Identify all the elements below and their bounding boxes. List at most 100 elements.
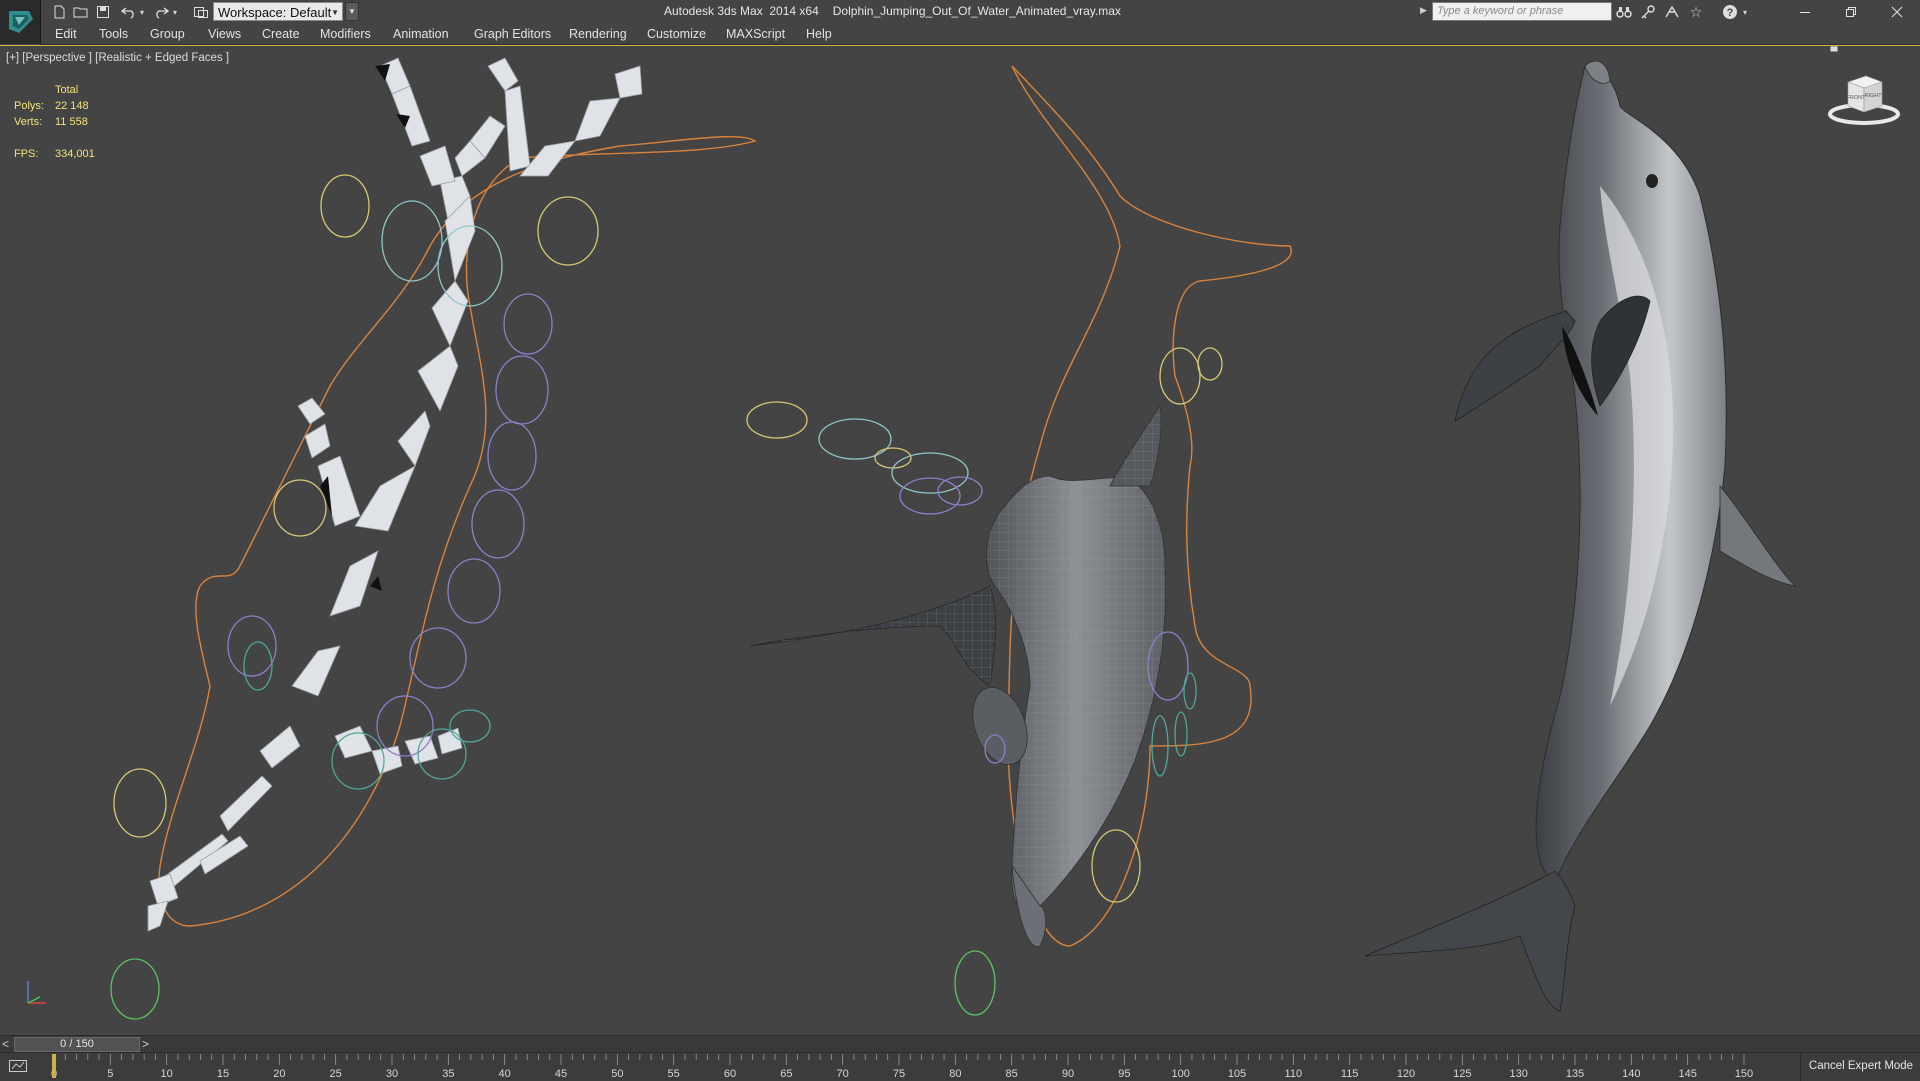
ruler-label: 35 [442,1068,454,1080]
ruler-label: 145 [1678,1068,1696,1080]
customize-quick-access-dropdown[interactable]: ▼ [345,2,359,21]
dolphin-wireframe-mesh[interactable] [746,65,1292,1016]
close-icon[interactable] [1874,0,1920,24]
bone-fluke-tip[interactable] [147,900,169,932]
scene-canvas[interactable] [0,46,1920,1035]
mini-curve-editor-icon[interactable] [8,1058,30,1076]
viewcube-right-label[interactable]: RIGHT [1864,93,1882,99]
application-menu-button[interactable] [0,0,41,44]
binoculars-icon[interactable] [1614,3,1634,21]
bone-top-fin-06[interactable] [574,97,621,142]
ruler-label: 80 [949,1068,961,1080]
ruler-label: 25 [330,1068,342,1080]
menu-rendering[interactable]: Rendering [569,27,627,41]
undo-icon[interactable] [120,3,138,21]
menu-tools[interactable]: Tools [99,27,128,41]
menu-graph-editors[interactable]: Graph Editors [474,27,551,41]
bone-spine-03[interactable] [431,280,469,347]
undo-dropdown-icon[interactable]: ▾ [138,3,146,21]
time-slider[interactable]: < 0 / 150 > [0,1035,1920,1053]
ruler-label: 140 [1622,1068,1640,1080]
svg-text:?: ? [1727,7,1734,19]
bone-spine-04[interactable] [417,345,459,412]
ruler-label: 100 [1171,1068,1189,1080]
redo-dropdown-icon[interactable]: ▾ [171,3,179,21]
bone-spine-05[interactable] [397,410,431,467]
title-bar: ▾ ▾ Workspace: Default ▼ ▼ Autodesk 3ds … [0,0,1920,44]
perspective-viewport[interactable]: [+] [Perspective ] [Realistic + Edged Fa… [0,45,1920,1035]
help-dropdown-icon[interactable]: ▾ [1740,3,1750,21]
chevron-down-icon: ▼ [331,8,339,17]
previous-frame-button[interactable]: < [2,1037,14,1052]
dolphin-tail-flukes[interactable] [1364,870,1576,1012]
ruler-label: 120 [1397,1068,1415,1080]
dolphin-dorsal-fin[interactable] [1719,484,1797,587]
redo-icon[interactable] [152,3,170,21]
search-input[interactable]: Type a keyword or phrase [1432,2,1612,21]
dolphin-body[interactable] [1535,65,1727,879]
ruler-label: 135 [1566,1068,1584,1080]
save-icon[interactable] [94,3,112,21]
ruler-label: 60 [724,1068,736,1080]
project-folder-icon[interactable] [192,3,210,21]
bone-pectoral-01[interactable] [297,397,326,425]
bone-tail-01[interactable] [219,775,273,832]
ruler-label: 5 [107,1068,113,1080]
menu-group[interactable]: Group [150,27,185,41]
community-icon[interactable] [1662,3,1682,21]
frame-ruler[interactable]: 0510152025303540455055606570758085909510… [50,1053,1770,1081]
dolphin-eye[interactable] [1646,174,1658,188]
menu-maxscript[interactable]: MAXScript [726,27,785,41]
cancel-expert-mode-button[interactable]: Cancel Expert Mode [1800,1053,1920,1081]
ruler-label: 115 [1341,1068,1359,1080]
bone-lower-fin-04[interactable] [437,727,463,755]
menu-animation[interactable]: Animation [393,27,449,41]
ruler-label: 90 [1062,1068,1074,1080]
key-icon[interactable] [1638,3,1658,21]
minimize-icon[interactable] [1782,0,1828,24]
axis-tripod-icon [27,981,46,1004]
ruler-label: 50 [611,1068,623,1080]
ruler-label: 70 [837,1068,849,1080]
next-frame-button[interactable]: > [142,1037,154,1052]
new-file-icon[interactable] [50,3,68,21]
menu-modifiers[interactable]: Modifiers [320,27,371,41]
ruler-label: 105 [1228,1068,1246,1080]
viewcube[interactable]: FRONT RIGHT [1826,68,1902,126]
track-bar[interactable]: 0510152025303540455055606570758085909510… [0,1052,1920,1081]
bone-spine-07[interactable] [329,550,379,617]
bone-lower-fin-02[interactable] [371,745,403,775]
current-frame-marker[interactable] [52,1054,56,1078]
menu-edit[interactable]: Edit [55,27,77,41]
search-expand-icon[interactable]: ▶ [1420,5,1427,16]
menu-help[interactable]: Help [806,27,832,41]
viewcube-front-label[interactable]: FRONT [1847,95,1867,101]
bone-spine-08[interactable] [291,645,341,697]
ruler-label: 30 [386,1068,398,1080]
dolphin-shaded-model[interactable] [1364,60,1797,1012]
bone-top-fin-04[interactable] [504,85,531,172]
dolphin-bone-rig[interactable] [110,57,757,1020]
bone-top-fin-08[interactable] [419,145,456,187]
menu-customize[interactable]: Customize [647,27,706,41]
dolphin-pectoral-fin-left[interactable] [1454,310,1576,422]
ruler-label: 150 [1735,1068,1753,1080]
ruler-label: 10 [161,1068,173,1080]
bone-spine-09[interactable] [259,725,301,769]
app-name: Autodesk 3ds Max 2014 x64 [664,4,819,18]
lock-icon[interactable] [1829,46,1839,52]
bone-lower-fin-01[interactable] [334,725,373,759]
bone-top-fin-05[interactable] [614,65,643,99]
workspace-dropdown[interactable]: Workspace: Default ▼ [213,2,343,21]
restore-icon[interactable] [1828,0,1874,24]
open-file-icon[interactable] [72,3,90,21]
bone-top-fin-03[interactable] [487,57,519,92]
help-icon[interactable]: ? [1720,3,1740,21]
star-icon[interactable]: ☆ [1686,3,1706,21]
3ds-max-logo-icon [9,11,33,33]
bone-spine-06[interactable] [354,465,416,532]
ruler-label: 85 [1006,1068,1018,1080]
menu-views[interactable]: Views [208,27,241,41]
menu-create[interactable]: Create [262,27,300,41]
time-slider-thumb[interactable]: 0 / 150 [14,1037,140,1052]
